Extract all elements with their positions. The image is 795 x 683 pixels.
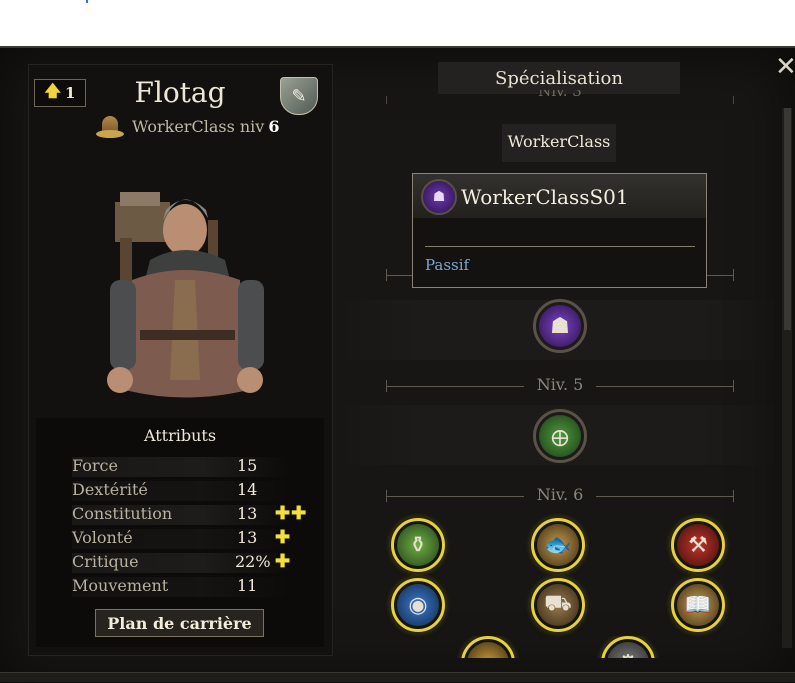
tooltip-title: WorkerClassS01 (461, 185, 629, 209)
close-icon[interactable]: ✕ (775, 54, 795, 80)
level-divider-5: Niv. 5 (386, 375, 734, 396)
scrollbar-thumb[interactable] (784, 108, 791, 330)
tooltip-divider (425, 246, 695, 247)
skill-clip: ⚙ (595, 636, 661, 658)
skill-clip (455, 636, 521, 658)
skill-drum[interactable]: ◉ (391, 578, 445, 632)
skill-mine-cart[interactable]: ⛟ (531, 578, 585, 632)
attribute-value: 14 (237, 480, 258, 499)
skill-partial-2[interactable]: ⚙ (601, 636, 655, 658)
attribute-bonus-icon: ✚ (275, 527, 292, 548)
class-name: WorkerClass niv (132, 116, 265, 136)
attribute-value: 11 (237, 576, 258, 595)
skill-partial-icon (467, 642, 509, 658)
arrow-up-icon: 🡅 (44, 80, 61, 100)
specialisation-class-label[interactable]: WorkerClass (502, 124, 616, 162)
shield-emblem-icon[interactable]: ✎ (280, 77, 318, 115)
attribute-label: Mouvement (72, 576, 169, 595)
attribute-bonus-icon: ✚ (275, 551, 292, 572)
mine-cart-icon: ⛟ (537, 584, 579, 626)
attribute-row-mouvement: Mouvement 11 (72, 576, 302, 598)
attribute-label: Constitution (72, 504, 173, 523)
attribute-label: Critique (72, 552, 139, 571)
character-name: Flotag (134, 76, 226, 109)
attribute-value: 13 (237, 504, 258, 523)
gear-icon: ⚙ (607, 642, 649, 658)
globe-icon: 🜨 (539, 415, 581, 457)
attribute-label: Force (72, 456, 118, 475)
skill-fish[interactable]: 🐟 (531, 518, 585, 572)
drum-icon: ◉ (397, 584, 439, 626)
attribute-row-constitution: Constitution 13 ✚✚ (72, 503, 306, 526)
skill-anvil[interactable]: ⚒ (671, 518, 725, 572)
stray-mark (86, 0, 88, 3)
attribute-row-critique: Critique 22% ✚ (72, 551, 302, 574)
level-label: Niv. 5 (536, 375, 584, 394)
attribute-value: 22% (235, 552, 271, 571)
level-label: Niv. 6 (536, 485, 584, 504)
level-label: Niv. 3 (538, 90, 582, 100)
hooded-figure-icon: ☗ (539, 305, 581, 347)
skill-book[interactable]: 📖 (671, 578, 725, 632)
attribute-row-force: Force 15 (72, 456, 302, 478)
attribute-value: 15 (237, 456, 258, 475)
level-divider-top: Niv. 3 (386, 90, 734, 104)
attribute-row-volonte: Volonté 13 ✚ (72, 527, 302, 550)
attribute-row-dexterite: Dextérité 14 (72, 480, 302, 502)
anvil-icon: ⚒ (677, 524, 719, 566)
level-divider-6: Niv. 6 (386, 485, 734, 506)
level-up-badge[interactable]: 🡅 1 (34, 79, 86, 107)
fish-icon: 🐟 (537, 524, 579, 566)
career-plan-button[interactable]: Plan de carrière (95, 609, 264, 637)
hooded-figure-icon: ☗ (421, 179, 457, 215)
level-up-count: 1 (65, 84, 76, 102)
skill-partial-1[interactable] (461, 636, 515, 658)
attribute-label: Dextérité (72, 480, 148, 499)
attribute-bonus-icon: ✚✚ (275, 503, 308, 524)
attribute-label: Volonté (72, 528, 133, 547)
class-line: WorkerClass niv 6 (96, 114, 296, 138)
attributes-title: Attributs (143, 426, 217, 445)
book-icon: 📖 (677, 584, 719, 626)
attribute-value: 13 (237, 528, 258, 547)
character-portrait (107, 192, 264, 398)
skill-globe[interactable]: 🜨 (533, 409, 587, 463)
class-level: 6 (268, 116, 280, 136)
skill-mortar-pestle[interactable]: ⚱ (391, 518, 445, 572)
tooltip-passive-tag: Passif (425, 256, 470, 274)
money-bag-icon (96, 114, 124, 138)
skill-hooded-figure[interactable]: ☗ (533, 299, 587, 353)
mortar-pestle-icon: ⚱ (397, 524, 439, 566)
